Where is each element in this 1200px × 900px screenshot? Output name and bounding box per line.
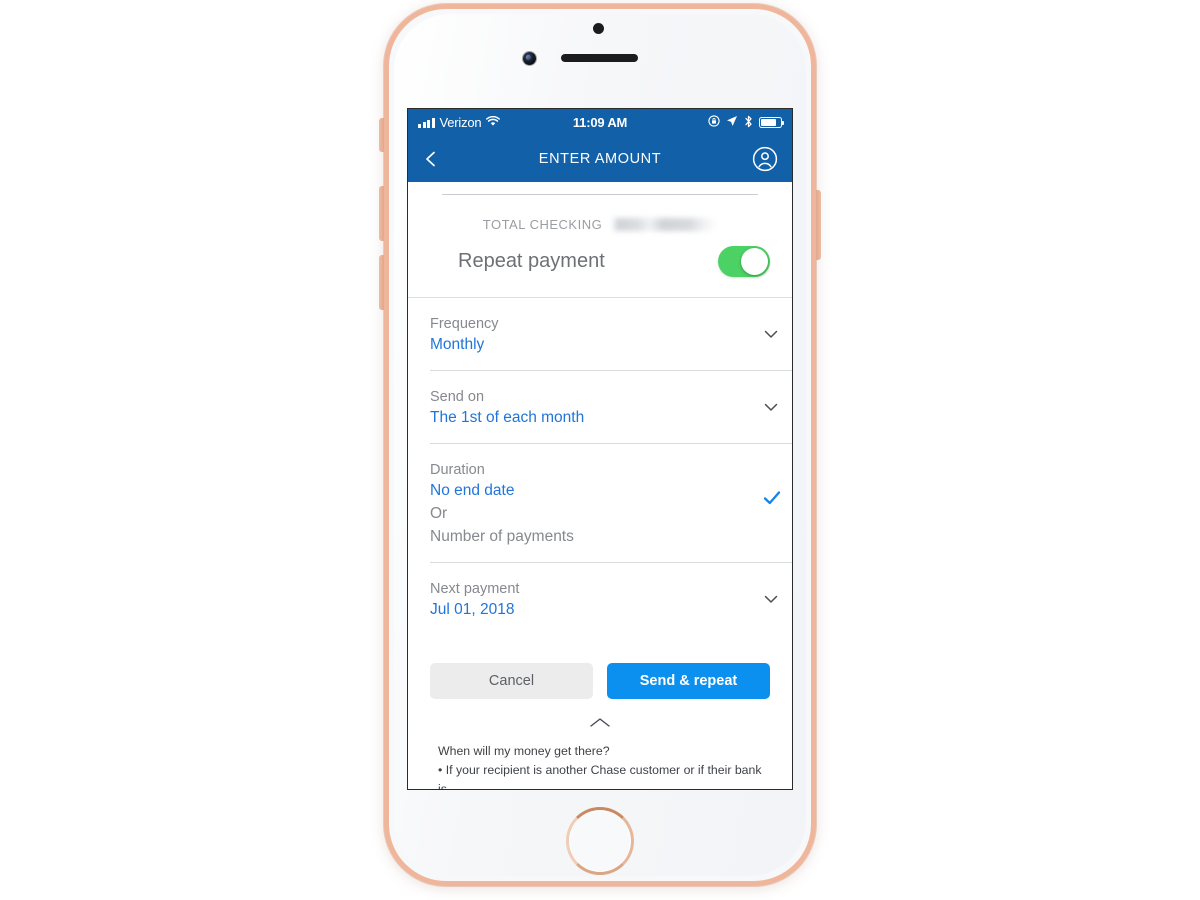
field-duration-label: Duration [430, 462, 485, 478]
battery-icon [759, 117, 785, 128]
page-title: ENTER AMOUNT [538, 151, 662, 167]
bluetooth-icon [744, 115, 753, 131]
chevron-up-icon[interactable] [588, 716, 612, 734]
cancel-button[interactable]: Cancel [430, 663, 593, 699]
chevron-down-icon[interactable] [762, 590, 780, 608]
chevron-down-icon[interactable] [762, 398, 780, 416]
field-next-payment-label: Next payment [430, 581, 520, 597]
field-send-on-value: The 1st of each month [430, 409, 585, 426]
navigation-bar: ENTER AMOUNT [408, 136, 792, 182]
status-bar: Verizon 11:09 AM [408, 109, 792, 136]
send-and-repeat-button[interactable]: Send & repeat [607, 663, 770, 699]
chevron-down-icon[interactable] [762, 325, 780, 343]
duration-option-no-end-date[interactable]: No end date [430, 482, 752, 500]
back-button[interactable] [422, 150, 440, 168]
repeat-payment-row: Repeat payment [408, 232, 792, 297]
footer-heading: When will my money get there? [438, 744, 610, 758]
screen-content: TOTAL CHECKING Repeat payment Frequency … [408, 182, 792, 790]
home-button[interactable] [566, 807, 634, 875]
field-frequency-value: Monthly [430, 336, 485, 353]
toggle-knob [740, 247, 769, 276]
field-duration[interactable]: Duration No end date Or Number of paymen… [430, 444, 792, 563]
field-frequency[interactable]: Frequency Monthly [430, 298, 792, 371]
check-icon [762, 488, 782, 508]
field-next-payment[interactable]: Next payment Jul 01, 2018 [430, 563, 792, 635]
collapse-toggle[interactable] [408, 699, 792, 740]
account-summary: TOTAL CHECKING [408, 182, 792, 232]
alarm-lock-icon [708, 115, 720, 130]
duration-option-number-of-payments[interactable]: Number of payments [430, 528, 752, 546]
status-bar-left: Verizon [418, 115, 501, 130]
footer-bullet: • If your recipient is another Chase cus… [438, 763, 762, 790]
phone-screen: Verizon 11:09 AM ENTER AMOUNT TOTAL CHEC… [407, 108, 793, 790]
repeat-payment-toggle[interactable] [718, 246, 770, 277]
wifi-icon [486, 115, 501, 130]
field-frequency-label: Frequency [430, 316, 499, 332]
field-send-on-label: Send on [430, 389, 485, 405]
earpiece-speaker [561, 54, 638, 62]
repeat-options-list: Frequency Monthly Send on The 1st of eac… [408, 298, 792, 635]
repeat-payment-label: Repeat payment [458, 250, 605, 272]
user-circle-icon[interactable] [752, 146, 778, 172]
account-label: TOTAL CHECKING [482, 217, 603, 232]
field-next-payment-value: Jul 01, 2018 [430, 601, 515, 618]
signal-bars-icon [418, 117, 435, 128]
top-divider [442, 194, 758, 195]
proximity-sensor-icon [593, 23, 604, 34]
screenshot-stage: Verizon 11:09 AM ENTER AMOUNT TOTAL CHEC… [0, 0, 1200, 900]
duration-or-label: Or [430, 505, 448, 522]
action-buttons: Cancel Send & repeat [408, 635, 792, 699]
status-bar-right [708, 115, 785, 131]
front-camera-icon [523, 52, 536, 65]
field-send-on[interactable]: Send on The 1st of each month [430, 371, 792, 444]
account-number-redacted [612, 218, 718, 231]
footer-info: When will my money get there? • If your … [408, 740, 792, 790]
carrier-label: Verizon [439, 115, 482, 130]
account-row: TOTAL CHECKING [430, 217, 770, 232]
location-arrow-icon [726, 115, 738, 130]
